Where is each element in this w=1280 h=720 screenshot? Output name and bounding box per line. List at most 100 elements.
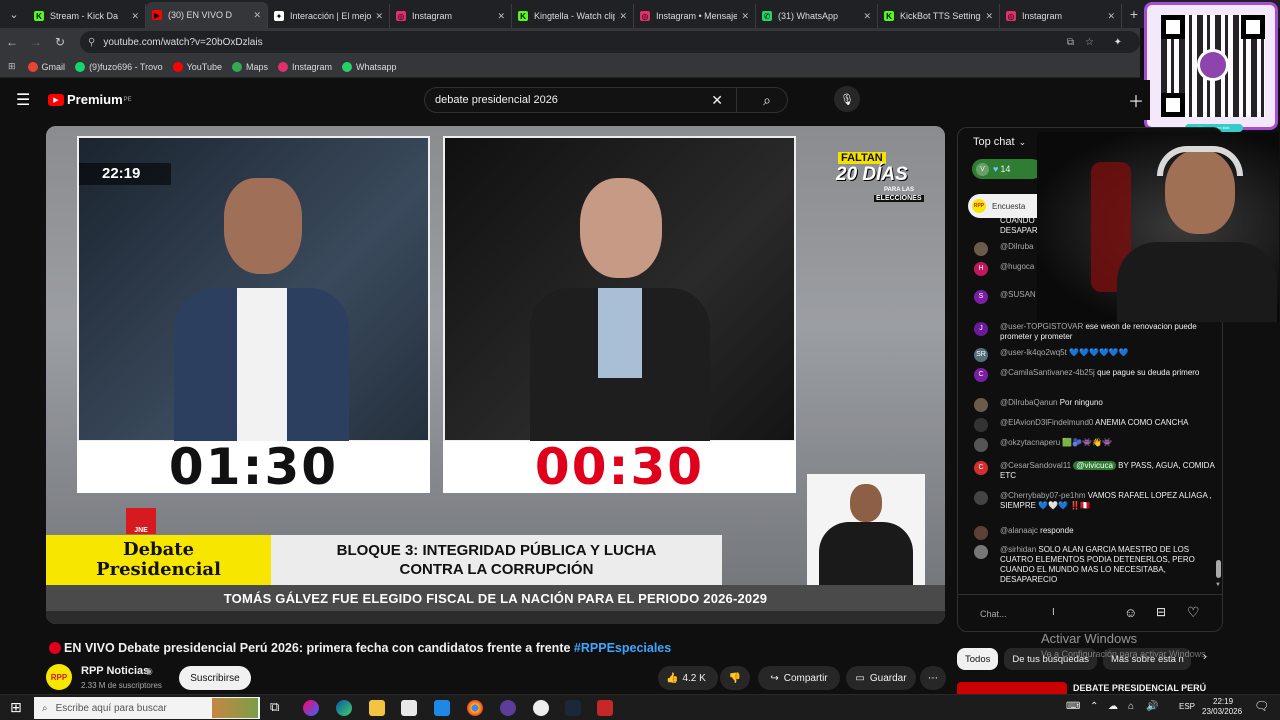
chat-author[interactable]: @sirhidan <box>1000 545 1036 554</box>
forward-arrow-icon[interactable]: → <box>24 35 48 49</box>
copilot-icon[interactable] <box>303 700 319 716</box>
chat-author[interactable]: @user-TOPGISTOVAR <box>1000 322 1083 331</box>
chat-scroll-down-icon[interactable]: ▼ <box>1215 582 1221 588</box>
edge-icon[interactable] <box>336 700 352 716</box>
tray-cloud-icon[interactable]: ☁ <box>1108 701 1118 712</box>
chat-header[interactable]: Top chat ⌄ <box>973 136 1026 148</box>
chat-author[interactable]: @Dilruba <box>1000 242 1033 251</box>
tab-close-icon[interactable]: ✕ <box>253 10 261 21</box>
chat-avatar[interactable] <box>974 491 988 505</box>
bookmark-item[interactable]: Whatsapp <box>342 61 397 72</box>
chat-avatar[interactable] <box>974 438 988 452</box>
mail-icon[interactable] <box>434 700 450 716</box>
channel-name[interactable]: RPP Noticias <box>81 665 149 677</box>
tab-close-icon[interactable]: ✕ <box>375 11 383 22</box>
browser-tab[interactable]: ✆ (31) WhatsApp ✕ <box>756 4 878 28</box>
search-icon[interactable]: ⌕ <box>763 92 771 109</box>
chat-message[interactable]: J @user-TOPGISTOVAR ese weon de renovacio… <box>974 322 1216 342</box>
chat-mention[interactable]: @vivicuca <box>1073 461 1116 470</box>
chat-avatar[interactable] <box>974 242 988 256</box>
voice-search-icon[interactable]: 🎙 <box>834 86 860 112</box>
chat-author[interactable]: @CesarSandoval11 <box>1000 461 1071 470</box>
apps-grid-icon[interactable]: ⊞ <box>8 61 16 72</box>
chat-avatar[interactable]: S <box>974 290 988 304</box>
more-actions-button[interactable]: ⋯ <box>920 666 946 690</box>
app-red-icon[interactable] <box>597 700 613 716</box>
browser-tab[interactable]: K Stream - Kick Da ✕ <box>28 4 146 28</box>
tab-close-icon[interactable]: ✕ <box>863 11 871 22</box>
channel-avatar[interactable]: RPP <box>46 664 72 690</box>
taskbar-search-input[interactable]: ⌕ Escribe aquí para buscar <box>34 697 260 719</box>
browser-tab[interactable]: K Kingtella - Watch clip ✕ <box>512 4 634 28</box>
youtube-logo[interactable]: ▶ Premium PE <box>48 92 132 107</box>
install-icon[interactable]: ⧉ <box>1067 37 1074 48</box>
tab-search-chevron-icon[interactable]: ⌄ <box>0 0 28 28</box>
chat-avatar[interactable] <box>974 545 988 559</box>
tab-close-icon[interactable]: ✕ <box>985 11 993 22</box>
chat-author[interactable]: @DilrubaQanun <box>1000 398 1057 407</box>
tab-close-icon[interactable]: ✕ <box>619 11 627 22</box>
tray-volume-icon[interactable]: 🔊 <box>1146 701 1158 712</box>
browser-tab[interactable]: ✦ Interacción | El mejor ✕ <box>268 4 390 28</box>
chat-input[interactable]: Chat... <box>980 609 1007 619</box>
chat-avatar[interactable] <box>974 526 988 540</box>
steam-icon[interactable] <box>565 700 581 716</box>
chat-message[interactable]: @Cherrybaby07-pe1hm VAMOS RAFAEL LOPEZ A… <box>974 491 1216 511</box>
browser-tab[interactable]: ▶ (30) EN VIVO D ✕ <box>146 2 268 28</box>
chat-author[interactable]: @SUSAN <box>1000 290 1036 299</box>
github-icon[interactable] <box>533 700 549 716</box>
back-arrow-icon[interactable]: ← <box>0 35 24 49</box>
new-tab-button[interactable]: + <box>1122 6 1146 22</box>
tray-network-icon[interactable]: ⌂ <box>1128 701 1134 712</box>
chat-author[interactable]: @alanaajc <box>1000 526 1038 535</box>
create-plus-icon[interactable]: ＋ <box>1128 88 1144 112</box>
chat-author[interactable]: @user-lk4qo2wq5t <box>1000 348 1067 357</box>
file-explorer-icon[interactable] <box>369 700 385 716</box>
chat-message[interactable]: C @CamilaSantivanez-4b25j que pague su de… <box>974 368 1216 382</box>
hamburger-menu-icon[interactable]: ☰ <box>16 90 30 110</box>
chat-avatar[interactable]: C <box>974 368 988 382</box>
video-player[interactable]: 22:19 01:30 00:30 FALTAN 20 DÍAS PARA LA… <box>46 126 945 624</box>
tray-language[interactable]: ESP <box>1179 702 1195 711</box>
store-icon[interactable] <box>401 700 417 716</box>
browser-tab[interactable]: ◎ Instagram ✕ <box>1000 4 1122 28</box>
chat-engagement-pill[interactable]: V ♥ 14 <box>972 159 1042 179</box>
super-chat-icon[interactable]: ⊟ <box>1156 605 1166 619</box>
chat-message[interactable]: SR @user-lk4qo2wq5t 💙💙💙💙💙💙 <box>974 348 1216 362</box>
windows-start-icon[interactable]: ⊞ <box>10 699 22 716</box>
chat-message[interactable]: @sirhidan SOLO ALAN GARCIA MAESTRO DE LO… <box>974 545 1216 585</box>
chat-avatar[interactable]: SR <box>974 348 988 362</box>
clear-search-icon[interactable]: ✕ <box>711 92 723 109</box>
chat-avatar[interactable]: H <box>974 262 988 276</box>
tab-close-icon[interactable]: ✕ <box>497 11 505 22</box>
dislike-button[interactable]: 👎 <box>720 666 750 690</box>
tab-close-icon[interactable]: ✕ <box>131 11 139 22</box>
heart-reaction-icon[interactable]: ♡ <box>1187 604 1200 621</box>
chat-author[interactable]: @okzytacnaperu <box>1000 438 1060 447</box>
search-input[interactable]: debate presidencial 2026 ✕ ⌕ <box>424 87 788 113</box>
filter-chip[interactable]: Todos <box>957 648 999 670</box>
bookmark-item[interactable]: Instagram <box>278 61 332 72</box>
chat-message[interactable]: @okzytacnaperu 🟩🫐👾👋👾 <box>974 438 1216 452</box>
share-button[interactable]: ↪ Compartir <box>758 666 840 690</box>
address-bar[interactable]: ⚲ youtube.com/watch?v=20bOxDzlais ⧉ ☆ ✦ <box>80 31 1140 53</box>
bookmark-item[interactable]: YouTube <box>172 61 222 72</box>
chat-author[interactable]: @ElAvionD3lFindelmund0 <box>1000 418 1093 427</box>
chat-message[interactable]: @ElAvionD3lFindelmund0 ANEMIA COMO CANCH… <box>974 418 1216 432</box>
chat-author[interactable]: @CamilaSantivanez-4b25j <box>1000 368 1095 377</box>
tray-keyboard-icon[interactable]: ⌨ <box>1066 701 1080 712</box>
bookmark-star-icon[interactable]: ☆ <box>1085 37 1094 48</box>
chat-author[interactable]: @Cherrybaby07-pe1hm <box>1000 491 1086 500</box>
tray-date[interactable]: 23/03/2026 <box>1202 707 1242 716</box>
tab-close-icon[interactable]: ✕ <box>741 11 749 22</box>
reload-icon[interactable]: ↻ <box>48 35 72 49</box>
bookmark-item[interactable]: Gmail <box>27 61 65 72</box>
browser-tab[interactable]: ◎ Instagram ✕ <box>390 4 512 28</box>
chat-avatar[interactable]: J <box>974 322 988 336</box>
chat-avatar[interactable] <box>974 418 988 432</box>
chat-author[interactable]: @hugoca <box>1000 262 1034 271</box>
tray-chevron-icon[interactable]: ⌃ <box>1090 701 1098 712</box>
browser-tab[interactable]: ◎ Instagram • Mensajes ✕ <box>634 4 756 28</box>
related-title[interactable]: DEBATE PRESIDENCIAL PERÚ <box>1073 683 1206 693</box>
chat-scrollbar[interactable] <box>1216 560 1221 578</box>
